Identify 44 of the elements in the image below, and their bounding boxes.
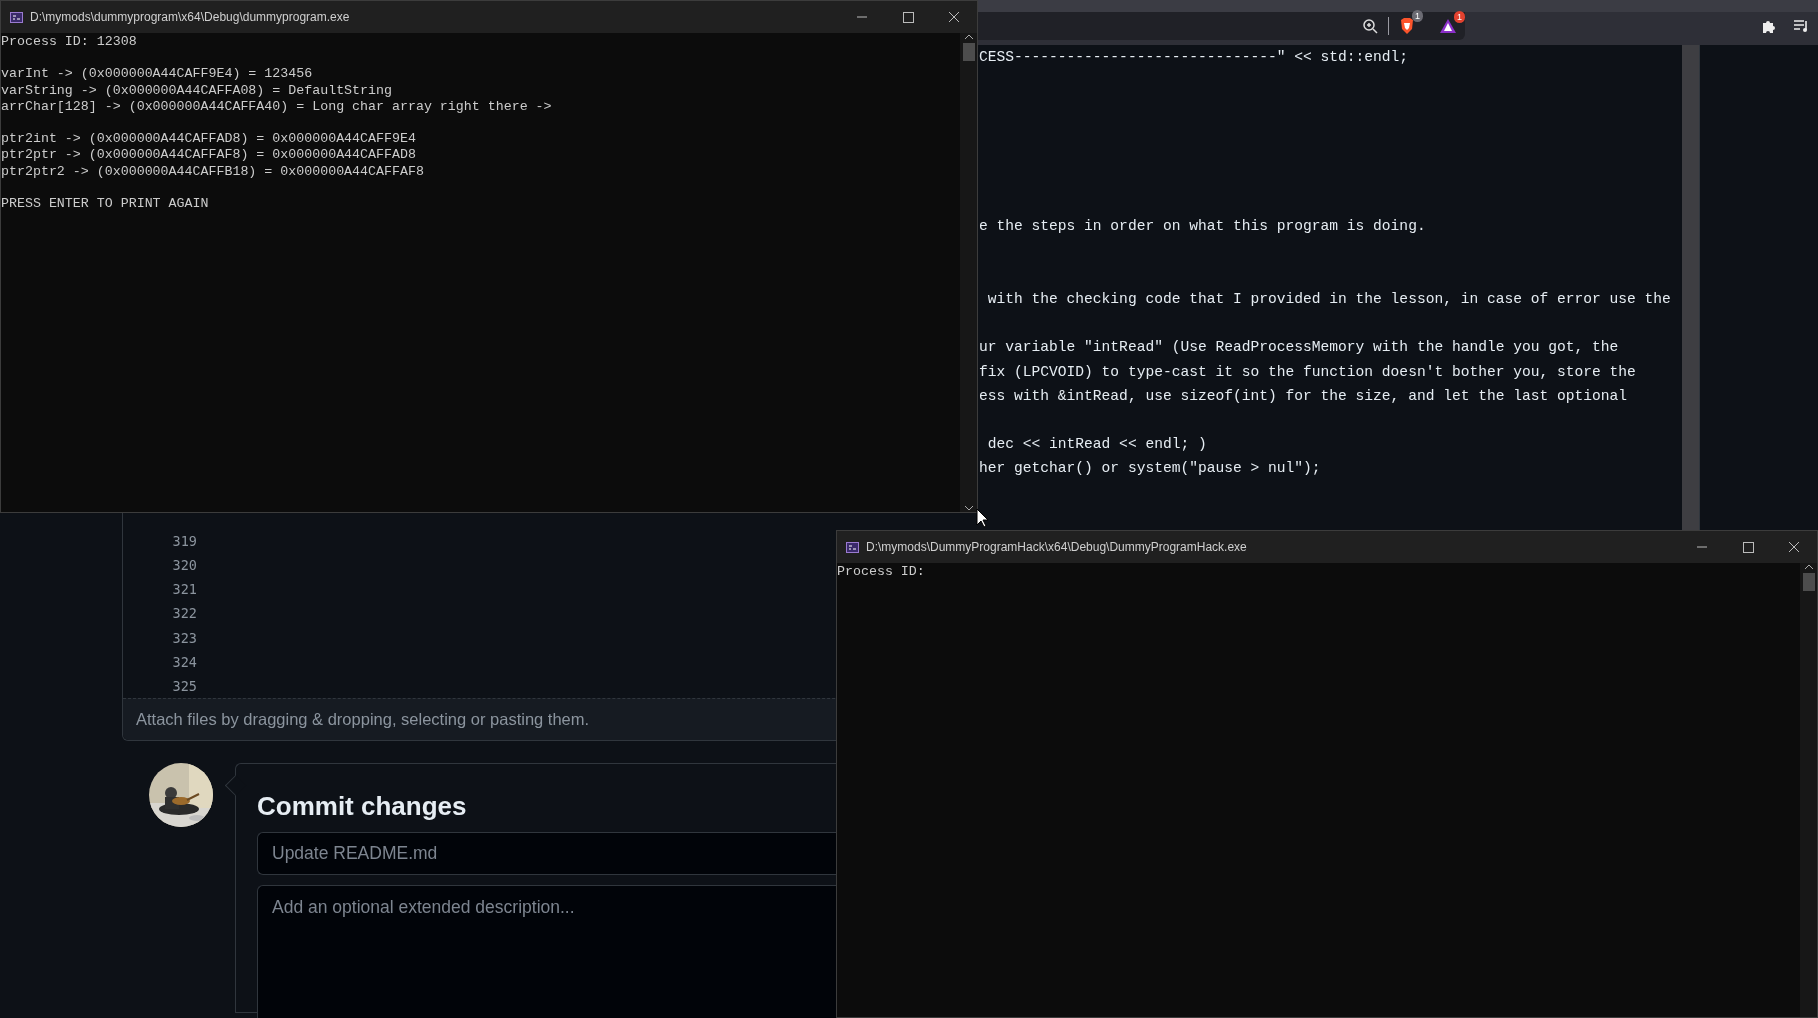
code-line: CESS------------------------------" << std::endl;: [979, 49, 1409, 66]
window-title: D:\mymods\DummyProgramHack\x64\Debug\DummyProgramHack.exe: [866, 540, 1247, 554]
commit-heading: Commit changes: [257, 790, 468, 823]
line-number: 321: [171, 581, 197, 598]
console-icon: [846, 541, 859, 553]
zoom-icon[interactable]: [1362, 18, 1378, 34]
attach-hint: Attach files by dragging & dropping, selecting or pasting them.: [136, 710, 590, 730]
code-line: her getchar() or system("pause > nul");: [979, 460, 1321, 477]
puzzle-icon[interactable]: [1761, 18, 1777, 34]
count-badge: 1: [1412, 10, 1423, 22]
console-line: Process ID:: [837, 564, 926, 581]
code-line: e the steps in order on what this program is doing.: [979, 218, 1426, 235]
console-line: ptr2ptr2 -> (0x000000A44CAFFB18) = 0x000000A44CAFFAF8: [1, 163, 425, 180]
line-number: 322: [171, 605, 197, 622]
console-line: arrChar[128] -> (0x000000A44CAFFA40) = Long char array right there ->: [1, 98, 553, 115]
code-line: dec << intRead << endl; ): [986, 436, 1207, 453]
description-field[interactable]: Add an optional extended description...: [257, 885, 837, 1018]
code-line: ur variable "intRead" (Use ReadProcessMemory with the handle you got, the: [979, 339, 1619, 356]
summary-field[interactable]: Update README.md: [257, 832, 837, 876]
code-line: with the checking code that I provided in the lesson, in case of error use the: [986, 290, 1671, 307]
console-line: ptr2ptr -> (0x000000A44CAFFAF8) = 0x000000A44CAFFAD8: [1, 147, 417, 164]
line-number: 324: [171, 653, 197, 670]
scrollbar-thumb[interactable]: [962, 43, 975, 61]
console-line: PRESS ENTER TO PRINT AGAIN: [1, 196, 210, 213]
line-number: 323: [171, 629, 197, 646]
console-line: ptr2int -> (0x000000A44CAFFAD8) = 0x000000A44CAFF9E4: [1, 131, 417, 148]
console-line: varInt -> (0x000000A44CAFF9E4) = 123456: [1, 66, 314, 83]
code-line: fix (LPCVOID) to type-cast it so the function doesn't bother you, store the: [979, 363, 1636, 380]
console-icon: [10, 11, 23, 23]
code-line: ess with &intRead, use sizeof(int) for the size, and let the last optional: [979, 387, 1628, 404]
lion-shield-icon[interactable]: [1399, 17, 1415, 35]
line-number: 325: [171, 677, 197, 694]
window-title: D:\mymods\dummyprogram\x64\Debug\dummyprogram.exe: [30, 10, 350, 24]
console-line: Process ID: 12308: [1, 34, 138, 51]
count-badge: 1: [1454, 11, 1465, 23]
line-number: 320: [171, 557, 197, 574]
triangle-icon[interactable]: [1439, 18, 1457, 34]
scrollbar[interactable]: [960, 33, 977, 512]
playlist-icon[interactable]: [1793, 19, 1810, 33]
scrollbar[interactable]: [1682, 45, 1699, 531]
console-line: varString -> (0x000000A44CAFFA08) = DefaultString: [1, 82, 393, 99]
scrollbar-thumb[interactable]: [1802, 573, 1815, 591]
line-number: 319: [171, 532, 197, 549]
scrollbar[interactable]: [1800, 563, 1817, 1017]
